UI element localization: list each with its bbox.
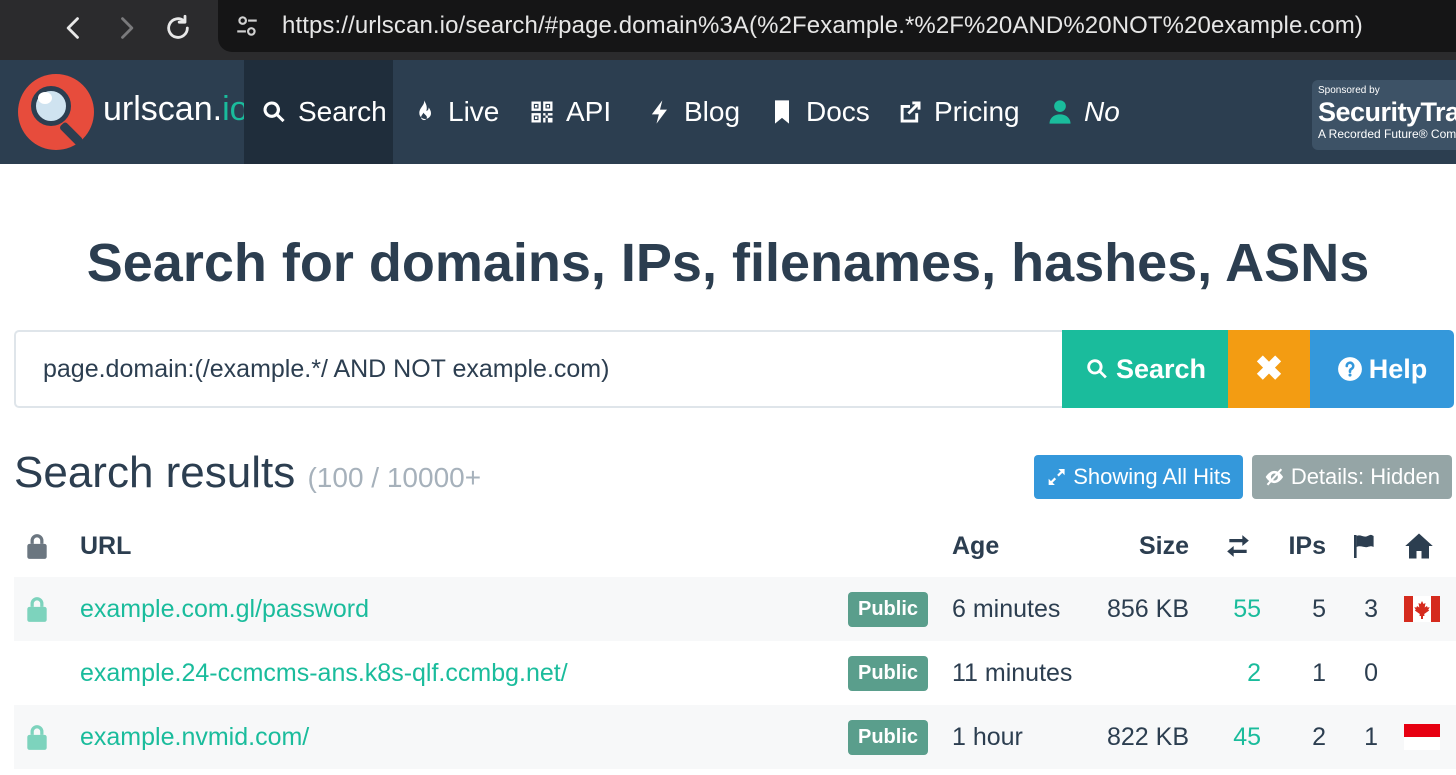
page-title: Search for domains, IPs, filenames, hash… xyxy=(86,233,1370,293)
column-ips: IPs xyxy=(1288,531,1326,560)
search-form: Search ✖ Help xyxy=(14,330,1454,408)
result-countries: 0 xyxy=(1364,658,1378,687)
nav-docs[interactable]: Docs xyxy=(768,60,870,164)
table-row: example.24-ccmcms-ans.k8s-qlf.ccmbg.net/… xyxy=(14,641,1456,705)
result-requests-link[interactable]: 45 xyxy=(1214,705,1261,769)
result-age: 11 minutes xyxy=(952,658,1073,687)
results-heading: Search results (100 / 10000+ xyxy=(14,448,482,497)
result-ips: 2 xyxy=(1312,722,1326,751)
home-icon xyxy=(1404,515,1440,577)
result-ips: 1 xyxy=(1312,658,1326,687)
result-size: 856 KB xyxy=(1106,594,1189,623)
sponsor-banner[interactable]: Sponsored by SecurityTrails A Recorded F… xyxy=(1312,80,1456,150)
lock-icon xyxy=(24,577,54,641)
expand-icon xyxy=(1048,469,1065,485)
nav-live[interactable]: Live xyxy=(410,60,499,164)
result-size: 822 KB xyxy=(1106,722,1189,751)
result-ips: 5 xyxy=(1312,594,1326,623)
site-navbar: urlscan.io Search Live API Blog Docs Pri… xyxy=(0,60,1456,164)
indonesia-flag-icon xyxy=(1404,705,1440,769)
brand-name[interactable]: urlscan.io xyxy=(103,90,249,129)
visibility-badge: Public xyxy=(848,705,929,769)
fire-icon xyxy=(419,100,431,121)
eye-slash-icon xyxy=(1265,468,1284,486)
details-toggle-button[interactable]: Details: Hidden xyxy=(1252,455,1452,499)
site-settings-icon[interactable] xyxy=(234,13,260,39)
address-bar[interactable]: https://urlscan.io/search/#page.domain%3… xyxy=(218,0,1456,52)
result-size xyxy=(1074,641,1189,705)
visibility-badge: Public xyxy=(848,577,929,641)
canada-flag-icon xyxy=(1404,577,1440,641)
search-button[interactable]: Search xyxy=(1062,330,1228,408)
result-countries: 1 xyxy=(1364,722,1378,751)
result-countries: 3 xyxy=(1364,594,1378,623)
column-size: Size xyxy=(1138,531,1189,560)
user-icon xyxy=(1049,100,1071,124)
nav-pricing[interactable]: Pricing xyxy=(896,60,1020,164)
result-url-link[interactable]: example.nvmid.com/ xyxy=(80,705,309,769)
urlscan-logo[interactable] xyxy=(18,74,94,150)
question-circle-icon xyxy=(1337,357,1362,381)
table-header: URL Age Size IPs xyxy=(14,515,1456,577)
close-icon: ✖ xyxy=(1254,350,1284,388)
external-link-icon xyxy=(900,101,921,123)
results-count: (100 / 10000+ xyxy=(307,462,482,493)
search-icon xyxy=(263,101,285,123)
table-row: example.nvmid.com/ Public 1 hour 822 KB … xyxy=(14,705,1456,769)
visibility-badge: Public xyxy=(848,641,929,705)
nav-search[interactable]: Search xyxy=(244,60,393,164)
nav-blog[interactable]: Blog xyxy=(646,60,740,164)
result-url-link[interactable]: example.24-ccmcms-ans.k8s-qlf.ccmbg.net/ xyxy=(80,641,568,705)
bookmark-icon xyxy=(775,100,789,124)
result-requests-link[interactable]: 2 xyxy=(1214,641,1261,705)
table-row: example.com.gl/password Public 6 minutes… xyxy=(14,577,1456,641)
lock-icon xyxy=(24,705,54,769)
forward-icon[interactable] xyxy=(106,8,146,48)
lock-icon xyxy=(24,515,54,577)
search-input[interactable] xyxy=(14,330,1062,408)
column-age: Age xyxy=(952,531,1000,560)
reload-icon[interactable] xyxy=(158,8,198,48)
nav-api[interactable]: API xyxy=(528,60,611,164)
flag-icon xyxy=(1349,515,1378,577)
qrcode-icon xyxy=(531,101,553,123)
exchange-icon xyxy=(1214,515,1261,577)
address-url: https://urlscan.io/search/#page.domain%3… xyxy=(282,12,1363,39)
result-age: 1 hour xyxy=(952,722,1023,751)
showing-all-hits-button[interactable]: Showing All Hits xyxy=(1034,455,1243,499)
column-url: URL xyxy=(80,531,132,560)
result-age: 6 minutes xyxy=(952,594,1061,623)
results-table: URL Age Size IPs example.com.gl/password… xyxy=(14,515,1456,769)
search-icon xyxy=(1087,359,1107,379)
back-icon[interactable] xyxy=(54,8,94,48)
help-button[interactable]: Help xyxy=(1310,330,1454,408)
browser-toolbar: https://urlscan.io/search/#page.domain%3… xyxy=(0,0,1456,60)
clear-button[interactable]: ✖ xyxy=(1228,330,1310,408)
result-requests-link[interactable]: 55 xyxy=(1214,577,1261,641)
bolt-icon xyxy=(651,100,667,124)
result-url-link[interactable]: example.com.gl/password xyxy=(80,577,369,641)
nav-user[interactable]: No xyxy=(1046,60,1120,164)
